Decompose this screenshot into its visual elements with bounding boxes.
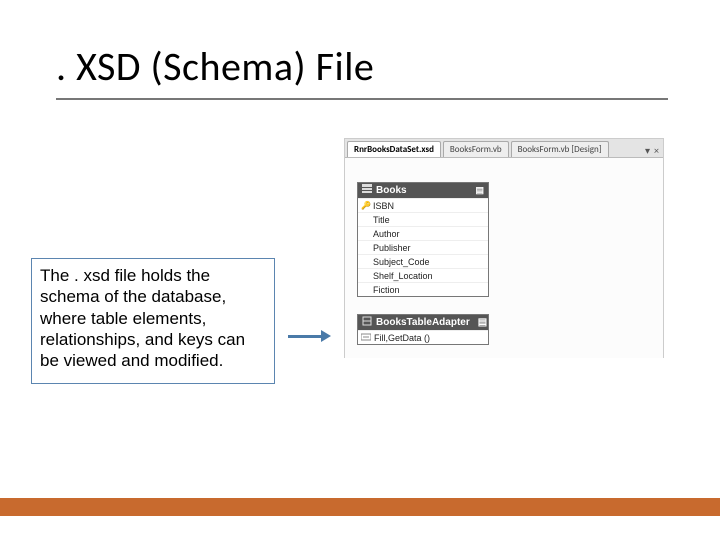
table-row[interactable]: Publisher — [358, 240, 488, 254]
field-name: Author — [373, 229, 400, 239]
vs-designer-screenshot: RnrBooksDataSet.xsd BooksForm.vb BooksFo… — [344, 138, 664, 358]
table-row[interactable]: Shelf_Location — [358, 268, 488, 282]
page-title: . XSD (Schema) File — [56, 42, 374, 91]
table-titlebar: Books ▤ — [358, 183, 488, 198]
adapter-method-row[interactable]: Fill,GetData () — [358, 330, 488, 344]
adapter-name: BooksTableAdapter — [376, 317, 470, 328]
slide-footer-accent — [0, 498, 720, 516]
pointer-arrow — [288, 330, 332, 342]
table-row[interactable]: 🔑ISBN — [358, 198, 488, 212]
primary-key-icon: 🔑 — [361, 201, 370, 210]
field-name: Subject_Code — [373, 257, 430, 267]
adapter-titlebar: BooksTableAdapter ▤ — [358, 315, 488, 330]
tab-close-icon[interactable]: × — [654, 144, 659, 157]
explanation-text: The . xsd file holds the schema of the d… — [31, 258, 275, 384]
adapter-method: Fill,GetData () — [374, 333, 430, 343]
table-name: Books — [376, 185, 407, 196]
adapter-menu-icon[interactable]: ▤ — [478, 317, 487, 328]
books-table-box[interactable]: Books ▤ 🔑ISBN Title Author Publisher Sub… — [357, 182, 489, 297]
field-name: Title — [373, 215, 390, 225]
table-row[interactable]: Subject_Code — [358, 254, 488, 268]
tab-overflow-icon[interactable]: ▾ — [645, 144, 650, 157]
method-icon — [361, 332, 371, 344]
tab-xsd[interactable]: RnrBooksDataSet.xsd — [347, 141, 441, 157]
table-adapter-box[interactable]: BooksTableAdapter ▤ Fill,GetData () — [357, 314, 489, 345]
tab-booksform-vb[interactable]: BooksForm.vb — [443, 141, 509, 157]
field-name: Publisher — [373, 243, 411, 253]
designer-canvas: Books ▤ 🔑ISBN Title Author Publisher Sub… — [345, 158, 663, 358]
table-menu-icon[interactable]: ▤ — [475, 185, 484, 196]
title-underline — [56, 98, 668, 100]
table-row[interactable]: Author — [358, 226, 488, 240]
table-row[interactable]: Fiction — [358, 282, 488, 296]
document-tabs: RnrBooksDataSet.xsd BooksForm.vb BooksFo… — [345, 139, 663, 158]
table-row[interactable]: Title — [358, 212, 488, 226]
field-name: ISBN — [373, 201, 394, 211]
field-name: Shelf_Location — [373, 271, 433, 281]
field-name: Fiction — [373, 285, 400, 295]
tab-booksform-design[interactable]: BooksForm.vb [Design] — [511, 141, 609, 157]
table-icon — [362, 184, 372, 197]
adapter-icon — [362, 316, 372, 329]
